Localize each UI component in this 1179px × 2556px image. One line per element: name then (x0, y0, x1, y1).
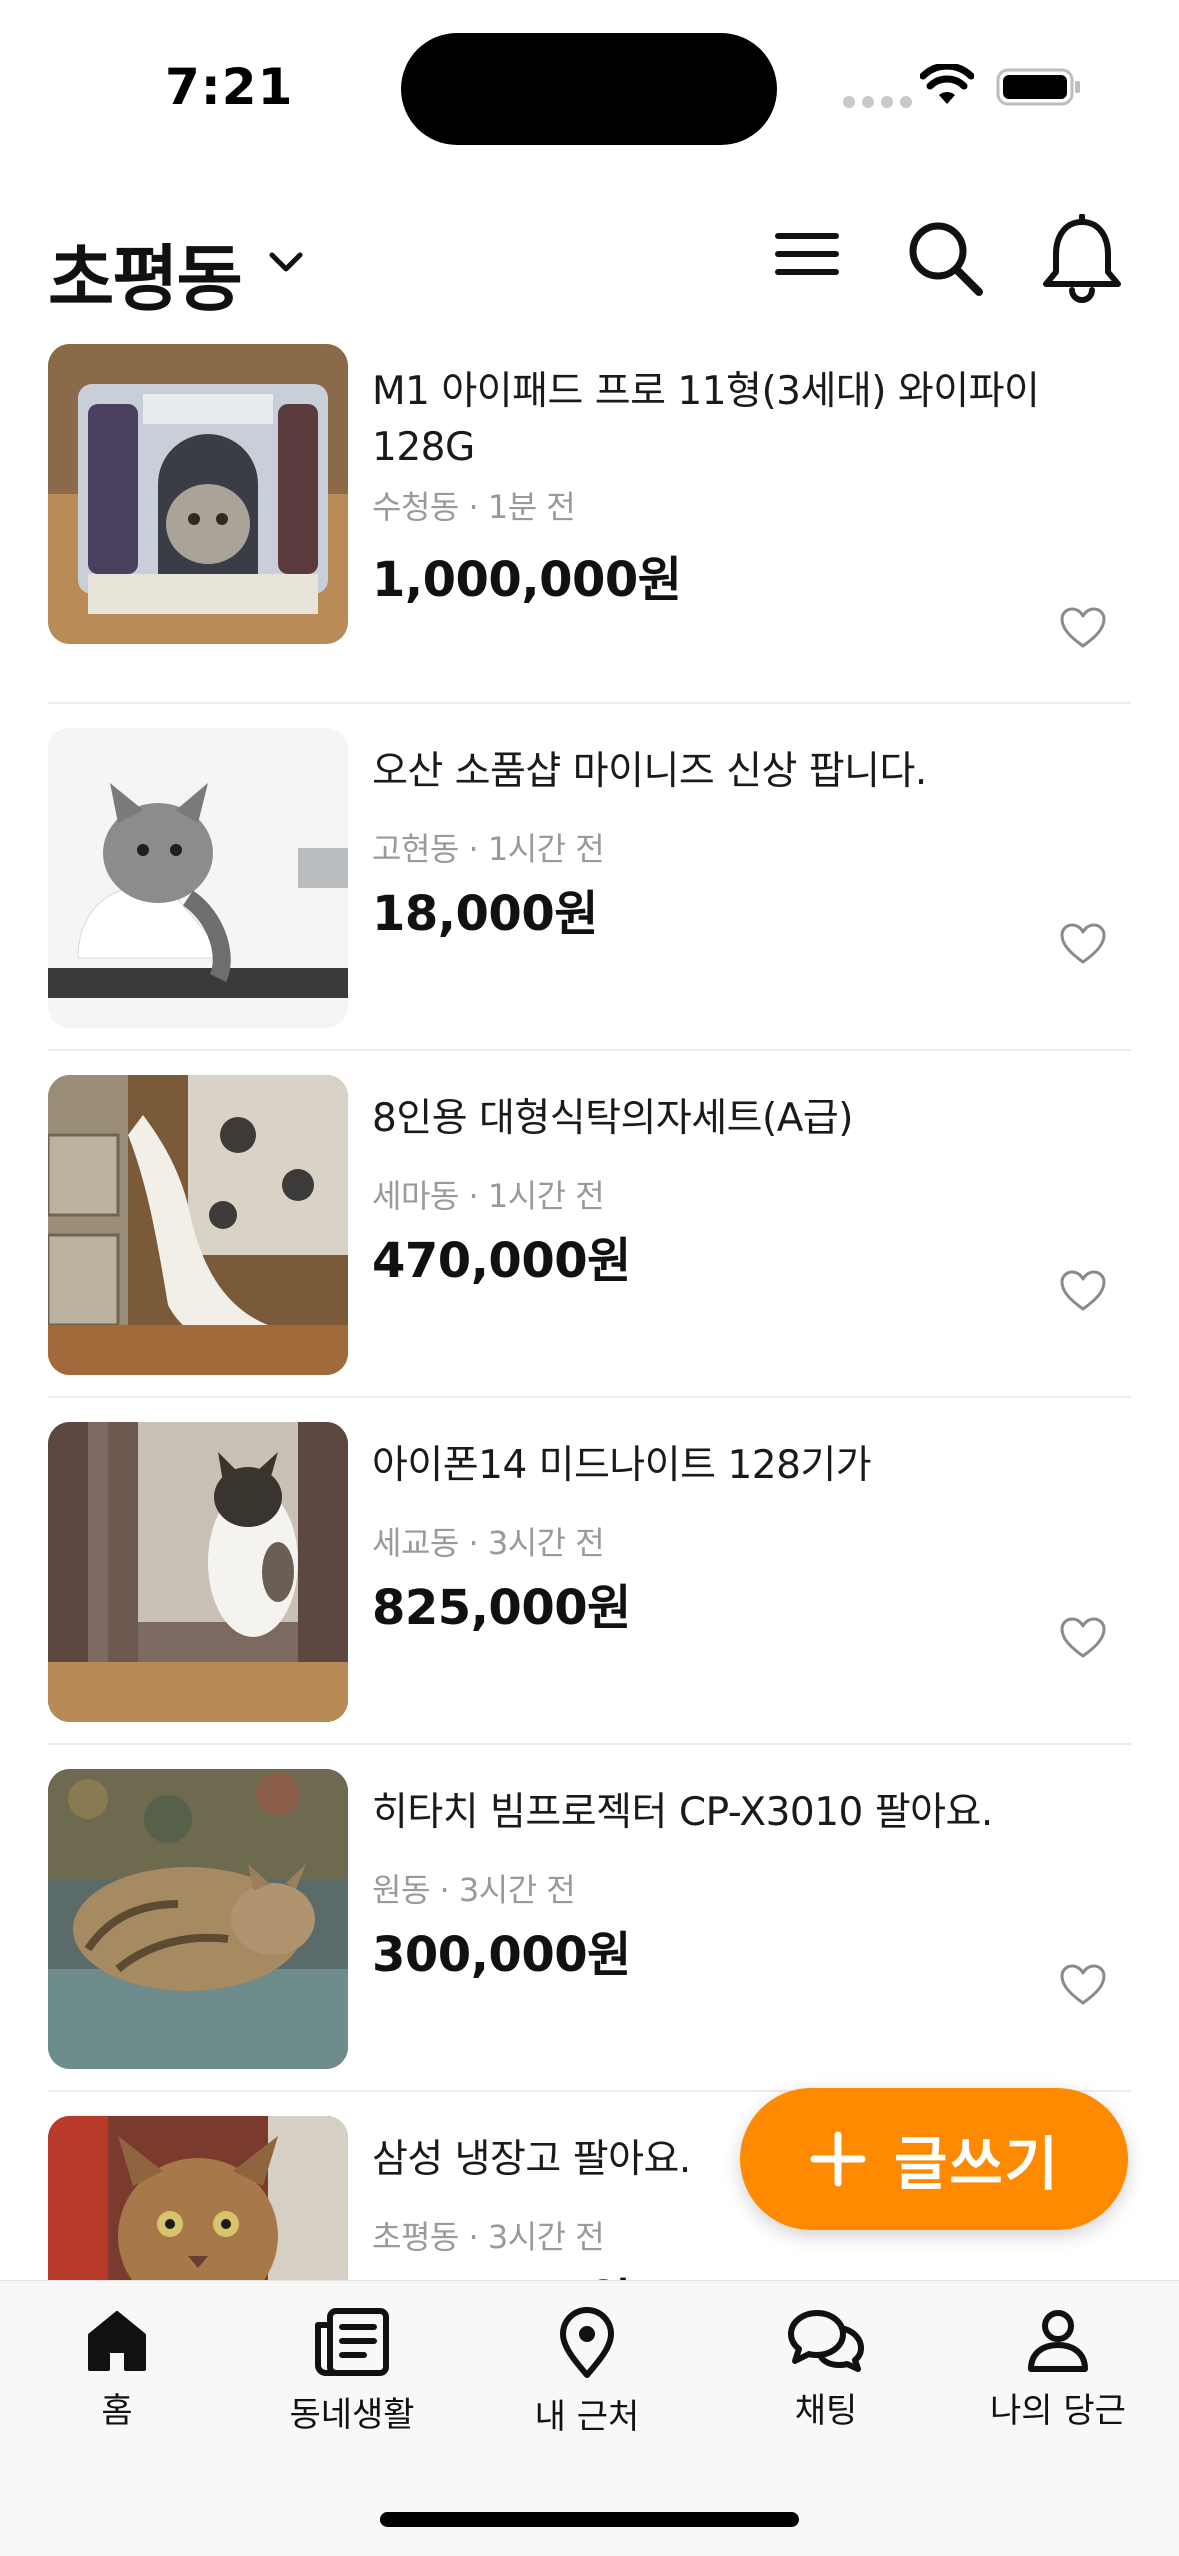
listing-title: 아이폰14 미드나이트 128기가 (372, 1443, 872, 1488)
tab-nearby[interactable]: 내 근처 (487, 2307, 687, 2438)
heart-icon[interactable] (1059, 606, 1107, 650)
dynamic-island (401, 33, 777, 145)
listing-title: 히타치 빔프로젝터 CP-X3010 팔아요. (372, 1790, 993, 1835)
heart-icon[interactable] (1059, 1963, 1107, 2007)
tab-label: 채팅 (794, 2391, 858, 2431)
search-icon[interactable] (905, 218, 985, 298)
listing-price: 300,000원 (372, 1927, 631, 1983)
listing-meta: 고현동 · 1시간 전 (372, 830, 605, 868)
listing-item[interactable]: 8인용 대형식탁의자세트(A급) 세마동 · 1시간 전 470,000원 (48, 1051, 1131, 1398)
top-bar: 초평동 (0, 200, 1179, 321)
tab-label: 홈 (101, 2391, 133, 2431)
listing-feed[interactable]: M1 아이패드 프로 11형(3세대) 와이파이 128G 수청동 · 1분 전… (0, 344, 1179, 2280)
listing-item[interactable]: 오산 소품샵 마이니즈 신상 팝니다. 고현동 · 1시간 전 18,000원 (48, 704, 1131, 1051)
map-pin-icon (560, 2307, 614, 2378)
heart-icon[interactable] (1059, 1616, 1107, 1660)
tab-chat[interactable]: 채팅 (726, 2307, 926, 2432)
listing-thumbnail (48, 344, 348, 644)
tab-neighborhood[interactable]: 동네생활 (252, 2307, 452, 2436)
write-post-label: 글쓰기 (893, 2130, 1061, 2198)
listing-title: 오산 소품샵 마이니즈 신상 팝니다. (372, 749, 927, 794)
tab-label: 나의 당근 (990, 2391, 1126, 2431)
status-time: 7:21 (165, 58, 294, 116)
listing-price: 1,000,000원 (372, 552, 682, 608)
heart-icon[interactable] (1059, 922, 1107, 966)
cellular-signal-icon (843, 96, 912, 108)
listing-meta: 초평동 · 3시간 전 (372, 2218, 605, 2256)
listing-meta: 세교동 · 3시간 전 (372, 1524, 605, 1562)
status-bar: 7:21 (0, 0, 1179, 170)
listing-thumbnail (48, 2116, 348, 2280)
listing-price: 470,000원 (372, 1233, 631, 1289)
listing-thumbnail (48, 728, 348, 1028)
plus-icon (810, 2131, 866, 2187)
write-post-button[interactable]: 글쓰기 (740, 2088, 1128, 2230)
listing-title: 8인용 대형식탁의자세트(A급) (372, 1096, 854, 1141)
battery-icon (996, 68, 1080, 106)
listing-thumbnail (48, 1422, 348, 1722)
chevron-down-icon[interactable] (268, 250, 304, 274)
listing-price: 300,000원 (372, 2262, 631, 2280)
person-icon (1028, 2310, 1088, 2372)
wifi-icon (920, 64, 974, 104)
listing-item[interactable]: M1 아이패드 프로 11형(3세대) 와이파이 128G 수청동 · 1분 전… (48, 344, 1131, 704)
listing-meta: 원동 · 3시간 전 (372, 1871, 576, 1909)
tab-label: 동네생활 (289, 2395, 415, 2435)
listing-title: M1 아이패드 프로 11형(3세대) 와이파이 128G (372, 369, 1040, 470)
bell-icon[interactable] (1040, 214, 1124, 304)
menu-icon[interactable] (773, 230, 841, 278)
tab-home[interactable]: 홈 (17, 2307, 217, 2432)
listing-item[interactable]: 아이폰14 미드나이트 128기가 세교동 · 3시간 전 825,000원 (48, 1398, 1131, 1745)
tab-label: 내 근처 (534, 2397, 640, 2437)
listing-price: 825,000원 (372, 1580, 631, 1636)
chat-bubbles-icon (788, 2310, 864, 2372)
listing-item[interactable]: 히타치 빔프로젝터 CP-X3010 팔아요. 원동 · 3시간 전 300,0… (48, 1745, 1131, 2092)
home-indicator[interactable] (380, 2512, 799, 2527)
tab-my-carrot[interactable]: 나의 당근 (958, 2307, 1158, 2432)
listing-thumbnail (48, 1075, 348, 1375)
location-selector[interactable]: 초평동 (48, 220, 243, 325)
listing-thumbnail (48, 1769, 348, 2069)
listing-meta: 수청동 · 1분 전 (372, 488, 576, 526)
listing-price: 18,000원 (372, 886, 598, 942)
listing-meta: 세마동 · 1시간 전 (372, 1177, 605, 1215)
newspaper-icon (315, 2308, 389, 2376)
home-icon (88, 2311, 146, 2371)
heart-icon[interactable] (1059, 1269, 1107, 1313)
